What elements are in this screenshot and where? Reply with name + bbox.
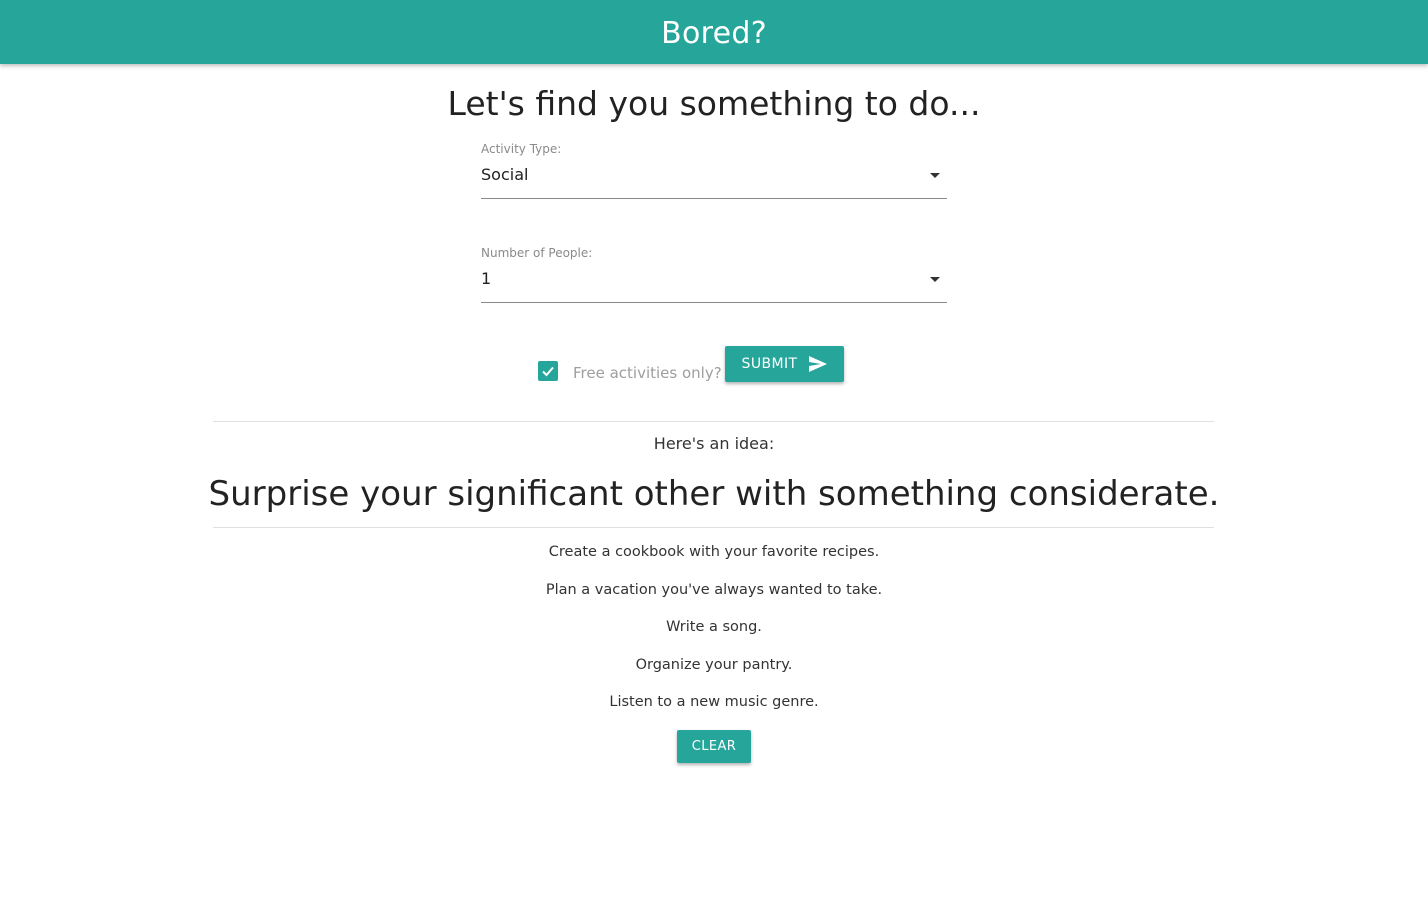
history-item: Write a song. (666, 619, 762, 635)
app-title: Bored? (661, 15, 767, 51)
app-bar: Bored? (0, 0, 1428, 64)
activity-type-label: Activity Type: (481, 142, 562, 156)
participants-select[interactable]: 1 (481, 268, 947, 303)
send-icon (809, 356, 828, 372)
history-item: Plan a vacation you've always wanted to … (545, 582, 883, 598)
submit-button-label: Submit (741, 356, 798, 372)
free-only-checkbox[interactable] (538, 361, 558, 381)
arrow-drop-down-icon (930, 277, 940, 282)
page-heading: Let's find you something to do... (447, 84, 981, 123)
clear-button[interactable]: Clear (677, 730, 751, 763)
history-item: Create a cookbook with your favorite rec… (548, 544, 880, 560)
history-item: Organize your pantry. (635, 657, 793, 673)
divider-top (213, 421, 1214, 422)
history-item: Listen to a new music genre. (609, 694, 819, 710)
idea-text: Surprise your significant other with som… (208, 474, 1220, 514)
participants-label: Number of People: (481, 246, 593, 260)
participants-value: 1 (481, 269, 492, 288)
submit-button[interactable]: Submit (725, 346, 844, 382)
free-only-label[interactable]: Free activities only? (573, 364, 722, 382)
activity-type-select[interactable]: Social (481, 164, 947, 199)
arrow-drop-down-icon (930, 173, 940, 178)
activity-type-value: Social (481, 165, 529, 184)
divider-bottom (213, 527, 1214, 528)
check-icon (542, 366, 554, 377)
idea-label: Here's an idea: (653, 434, 775, 453)
